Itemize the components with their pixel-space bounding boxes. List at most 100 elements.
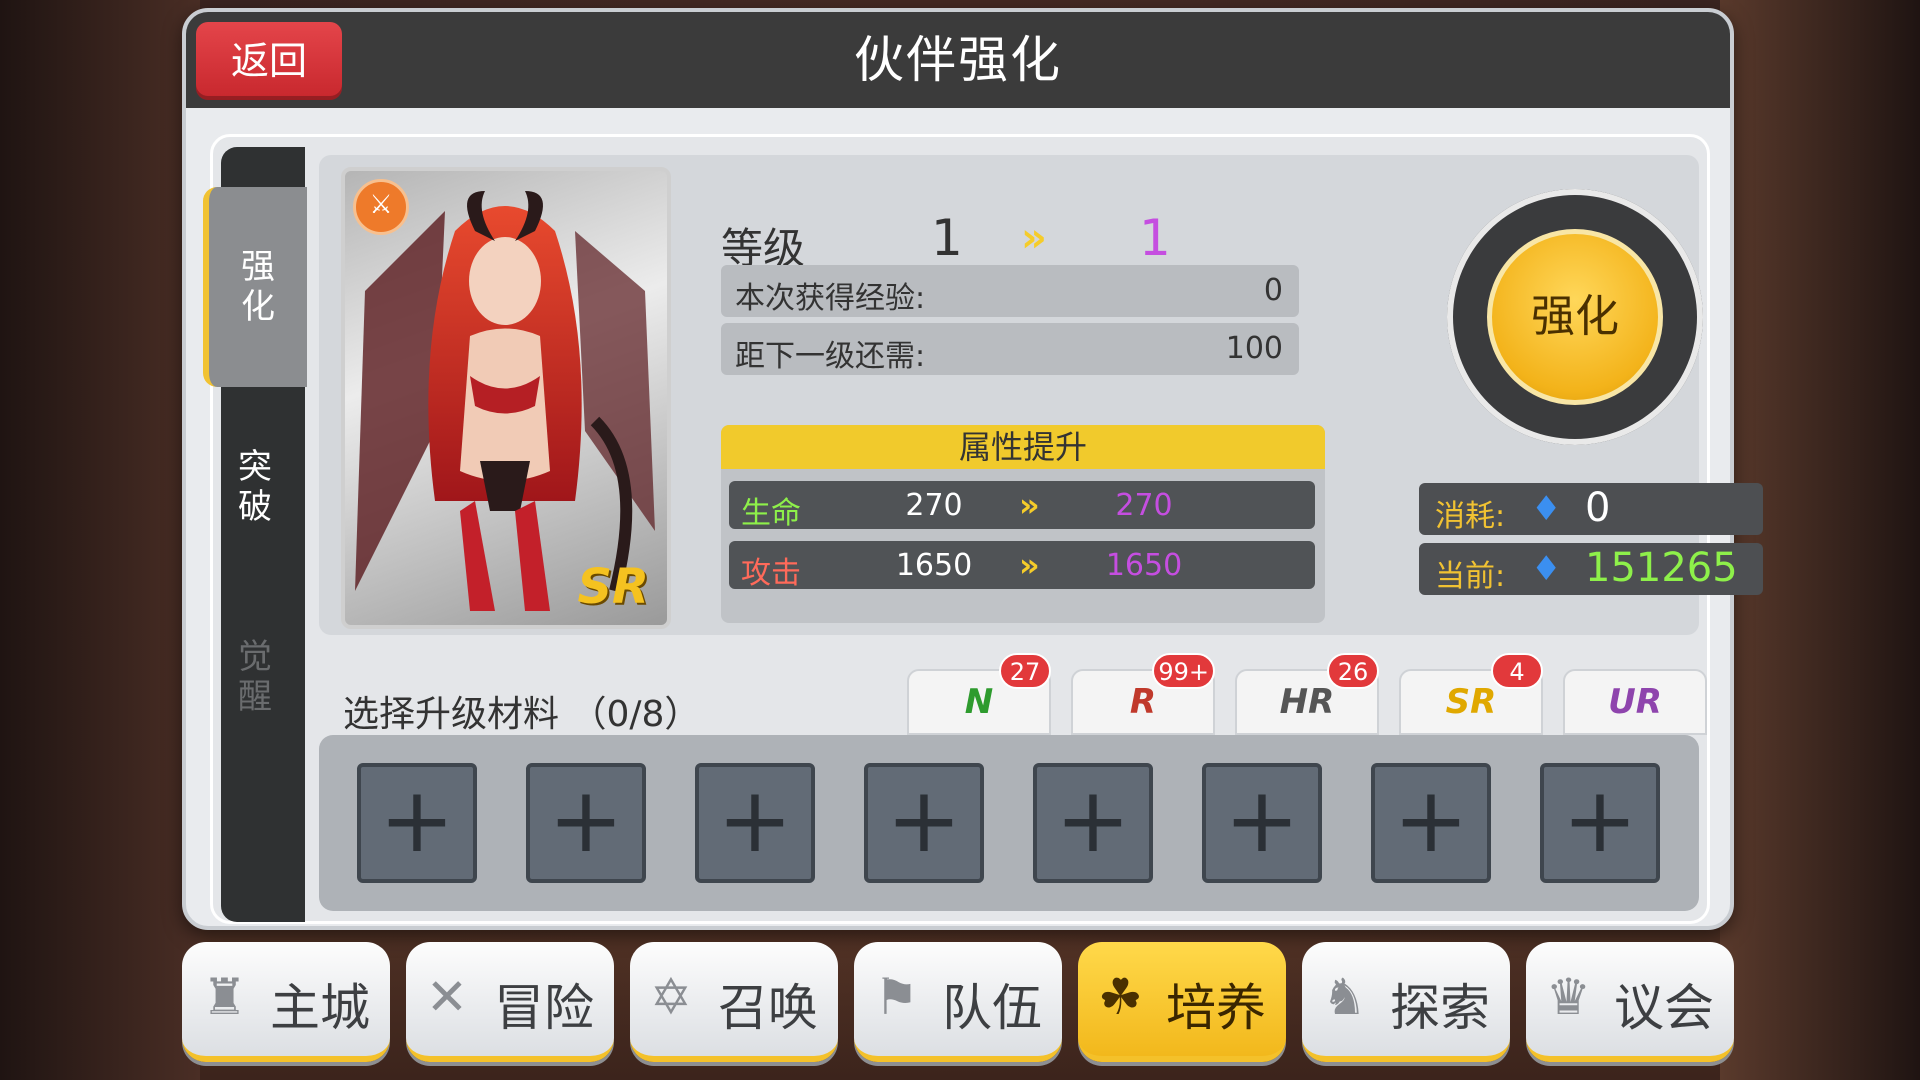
tab-breakthrough[interactable]: 突 破	[205, 447, 305, 527]
summon-circle-icon: ✡	[650, 968, 692, 1026]
castle-icon: ♜	[202, 968, 247, 1026]
double-arrow-icon: »	[1021, 215, 1047, 261]
material-slot[interactable]: +	[1202, 763, 1322, 883]
rarity-tab-r[interactable]: R 99+	[1071, 653, 1215, 735]
rarity-tab-label: SR	[1445, 682, 1497, 722]
current-value: 151265	[1585, 545, 1738, 591]
count-badge: 99+	[1152, 653, 1215, 689]
rarity-tab-n[interactable]: N 27	[907, 653, 1051, 735]
level-current: 1	[931, 209, 963, 267]
card-rarity-label: SR	[577, 559, 649, 615]
background-left	[0, 0, 200, 1080]
exp-gained-box: 本次获得经验: 0	[721, 265, 1299, 317]
back-button[interactable]: 返回	[196, 22, 342, 100]
tab-enhance[interactable]: 强 化	[203, 187, 307, 387]
plus-icon: +	[1393, 768, 1469, 873]
enhance-panel: 伙伴强化 返回 强 化 突 破 觉 醒 ⚔ SR 等级 1 » 1 本次获得经验…	[182, 8, 1763, 930]
attribute-next: 270	[1115, 488, 1173, 523]
rarity-tab-label: HR	[1279, 682, 1335, 722]
nav-label: 探索	[1390, 979, 1490, 1037]
exp-gained-value: 0	[1263, 273, 1283, 308]
materials-label: 选择升级材料 （0/8）	[343, 694, 701, 735]
plus-icon: +	[886, 768, 962, 873]
material-slot[interactable]: +	[695, 763, 815, 883]
count-badge: 27	[999, 653, 1051, 689]
cost-label: 消耗:	[1435, 499, 1506, 534]
background-right	[1720, 0, 1920, 1080]
nav-label: 召唤	[718, 979, 818, 1037]
exp-needed-value: 100	[1225, 331, 1283, 366]
nav-cultivate[interactable]: ☘ 培养	[1078, 942, 1286, 1062]
inner-frame: 强 化 突 破 觉 醒 ⚔ SR 等级 1 » 1 本次获得经验: 0 距下一级…	[203, 134, 1763, 924]
nav-explore[interactable]: ♞ 探索	[1302, 942, 1510, 1062]
nav-adventure[interactable]: ✕ 冒险	[406, 942, 614, 1062]
blue-gem-icon: ♦	[1531, 489, 1562, 529]
material-slots: + + + + + + + +	[319, 735, 1699, 911]
attribute-next: 1650	[1105, 548, 1183, 583]
plus-icon: +	[717, 768, 793, 873]
material-slot[interactable]: +	[1033, 763, 1153, 883]
plus-icon: +	[1055, 768, 1131, 873]
partner-illustration	[355, 191, 655, 611]
double-arrow-icon: »	[1019, 546, 1040, 584]
council-icon: ♛	[1546, 968, 1591, 1026]
rarity-tab-label: UR	[1608, 682, 1662, 722]
level-next: 1	[1139, 209, 1171, 267]
current-label: 当前:	[1435, 559, 1506, 594]
nav-label: 议会	[1614, 979, 1714, 1037]
tab-enhance-label: 强 化	[241, 247, 275, 327]
tab-awaken-label: 觉 醒	[238, 637, 272, 717]
enhance-dial: 强化	[1447, 189, 1707, 449]
explore-icon: ♞	[1322, 968, 1367, 1026]
plus-icon: +	[548, 768, 624, 873]
blue-gem-icon: ♦	[1531, 549, 1562, 589]
team-flag-icon: ⚑	[874, 968, 919, 1026]
nav-label: 培养	[1166, 979, 1266, 1037]
material-slot[interactable]: +	[864, 763, 984, 883]
rarity-tab-label: R	[1129, 682, 1157, 722]
plus-icon: +	[1224, 768, 1300, 873]
double-arrow-icon: »	[1019, 486, 1040, 524]
nav-summon[interactable]: ✡ 召唤	[630, 942, 838, 1062]
attribute-current: 270	[905, 488, 963, 523]
partner-card[interactable]: ⚔ SR	[341, 167, 671, 629]
count-badge: 26	[1327, 653, 1379, 689]
enhance-button[interactable]: 强化	[1487, 229, 1663, 405]
page-title: 伙伴强化	[854, 31, 1062, 89]
exp-needed-label: 距下一级还需:	[735, 339, 926, 374]
partner-info-area: ⚔ SR 等级 1 » 1 本次获得经验: 0 距下一级还需: 100 属性提升…	[319, 155, 1763, 635]
attribute-name: 攻击	[741, 556, 801, 591]
rarity-tab-label: N	[964, 682, 994, 722]
attribute-row-hp: 生命 270 » 270	[729, 481, 1315, 531]
material-slot[interactable]: +	[526, 763, 646, 883]
tab-awaken[interactable]: 觉 醒	[205, 637, 305, 717]
nav-team[interactable]: ⚑ 队伍	[854, 942, 1062, 1062]
rarity-tab-sr[interactable]: SR 4	[1399, 653, 1543, 735]
attribute-title: 属性提升	[721, 425, 1325, 469]
nav-label: 主城	[270, 979, 370, 1037]
nav-label: 队伍	[942, 979, 1042, 1037]
nav-label: 冒险	[494, 979, 594, 1037]
attribute-name: 生命	[741, 496, 801, 531]
side-tab-bar: 强 化 突 破 觉 醒	[203, 147, 307, 922]
attribute-box: 属性提升 生命 270 » 270 攻击 1650 » 1650	[721, 425, 1325, 623]
nav-main-city[interactable]: ♜ 主城	[182, 942, 390, 1062]
nav-council[interactable]: ♛ 议会	[1526, 942, 1734, 1062]
count-badge: 4	[1491, 653, 1543, 689]
material-slot[interactable]: +	[357, 763, 477, 883]
material-slot[interactable]: +	[1371, 763, 1491, 883]
crossed-swords-icon: ✕	[426, 968, 468, 1026]
sword-icon: ⚔	[353, 179, 409, 235]
plus-icon: +	[1562, 768, 1638, 873]
plus-icon: +	[379, 768, 455, 873]
cost-row: 消耗: ♦ 0	[1419, 483, 1763, 535]
rarity-tab-ur[interactable]: UR	[1563, 669, 1707, 735]
attribute-current: 1650	[895, 548, 973, 583]
material-slot[interactable]: +	[1540, 763, 1660, 883]
cost-value: 0	[1585, 485, 1611, 531]
current-resource-row: 当前: ♦ 151265	[1419, 543, 1763, 595]
cultivate-icon: ☘	[1098, 968, 1143, 1026]
exp-needed-box: 距下一级还需: 100	[721, 323, 1299, 375]
rarity-tab-hr[interactable]: HR 26	[1235, 653, 1379, 735]
exp-gained-label: 本次获得经验:	[735, 281, 926, 316]
